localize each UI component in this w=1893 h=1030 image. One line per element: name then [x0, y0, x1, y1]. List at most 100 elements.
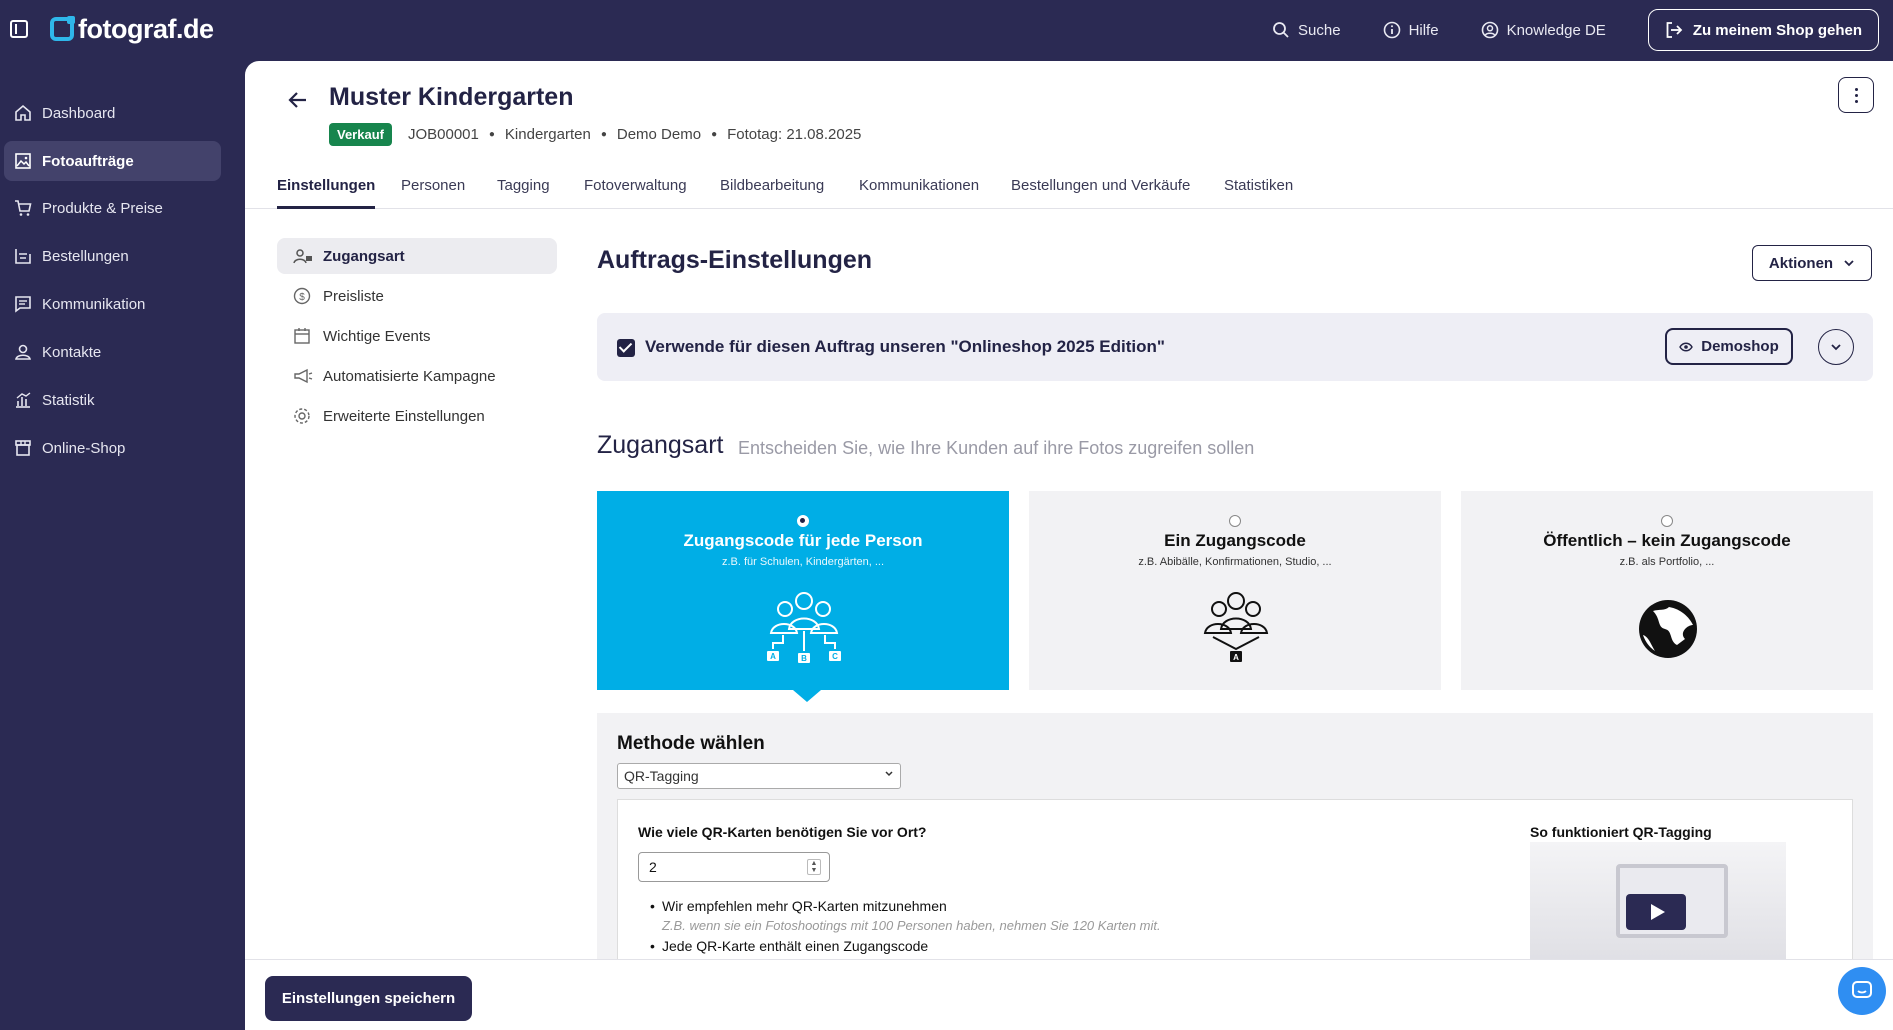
back-arrow-icon[interactable] [287, 89, 309, 111]
box-icon [15, 249, 31, 264]
tab-bestellungen-verkaeufe[interactable]: Bestellungen und Verkäufe [1011, 177, 1190, 206]
access-card-per-person[interactable]: Zugangscode für jede Person z.B. für Sch… [597, 491, 1009, 702]
qr-info-list: Wir empfehlen mehr QR-Karten mitzunehmen… [650, 896, 1161, 956]
gear-icon [294, 408, 310, 424]
sidebar-item-statistik[interactable]: Statistik [4, 380, 221, 420]
megaphone-icon [294, 368, 313, 384]
main-panel: Muster Kindergarten Verkauf JOB00001 ● K… [245, 61, 1893, 1030]
tab-personen[interactable]: Personen [401, 177, 465, 206]
method-select[interactable]: QR-Tagging [617, 763, 901, 789]
sidebar-item-bestellungen[interactable]: Bestellungen [4, 236, 221, 276]
subnav-erweiterte-einstellungen[interactable]: Erweiterte Einstellungen [277, 398, 557, 434]
access-card-public[interactable]: Öffentlich – kein Zugangscode z.B. als P… [1461, 491, 1873, 690]
sidebar-item-kontakte[interactable]: Kontakte [4, 332, 221, 372]
logo[interactable]: fotograf.de [50, 13, 214, 45]
subnav-zugangsart[interactable]: Zugangsart [277, 238, 557, 274]
tab-tagging[interactable]: Tagging [497, 177, 550, 206]
search-link[interactable]: Suche [1272, 21, 1341, 39]
sidebar-item-label: Bestellungen [42, 247, 129, 265]
group-single-lock-icon: A [1203, 592, 1269, 662]
group-locks-icon: A B C [767, 592, 841, 663]
card-subtitle: z.B. Abibälle, Konfirmationen, Studio, .… [1138, 556, 1332, 568]
account-label: Knowledge DE [1506, 21, 1606, 39]
user-lock-icon [293, 249, 312, 264]
eye-icon [1679, 342, 1694, 351]
card-title: Ein Zugangscode [1164, 531, 1306, 550]
tab-statistiken[interactable]: Statistiken [1224, 177, 1293, 206]
sidebar-item-fotoauftraege[interactable]: Fotoaufträge [4, 141, 221, 181]
svg-text:A: A [1233, 653, 1239, 662]
svg-text:C: C [832, 652, 838, 661]
top-bar: fotograf.de Suche Hilfe Knowledge DE Zu … [0, 0, 1893, 61]
subnav-label: Preisliste [323, 287, 384, 305]
dollar-circle-icon: $ [293, 287, 311, 305]
chat-icon [1852, 981, 1872, 998]
search-label: Suche [1298, 21, 1341, 39]
list-item: Jede QR-Karte enthält einen Zugangscode [650, 936, 1161, 956]
user-circle-icon [1481, 21, 1498, 39]
subnav-automatisierte-kampagne[interactable]: Automatisierte Kampagne [277, 358, 557, 394]
sidebar-toggle-icon[interactable] [10, 20, 28, 38]
status-badge: Verkauf [329, 123, 392, 146]
more-options-button[interactable] [1838, 77, 1874, 113]
sidebar-item-produkte[interactable]: Produkte & Preise [4, 188, 221, 228]
card-subtitle: z.B. für Schulen, Kindergärten, ... [721, 556, 885, 568]
calendar-icon [294, 328, 310, 344]
sidebar-item-label: Statistik [42, 391, 95, 409]
save-settings-button[interactable]: Einstellungen speichern [265, 976, 472, 1021]
subnav-label: Zugangsart [323, 247, 405, 265]
svg-text:A: A [770, 652, 776, 661]
help-link[interactable]: Hilfe [1383, 21, 1439, 39]
sidebar-item-label: Kontakte [42, 343, 102, 361]
qr-count-question: Wie viele QR-Karten benötigen Sie vor Or… [638, 824, 927, 840]
svg-text:B: B [801, 654, 807, 663]
go-to-shop-button[interactable]: Zu meinem Shop gehen [1647, 9, 1879, 51]
play-icon[interactable] [1626, 894, 1686, 930]
qr-count-input[interactable]: 2 ▲ ▼ [638, 852, 830, 882]
message-icon [15, 296, 31, 313]
onlineshop-checkbox[interactable] [617, 339, 635, 357]
card-title: Öffentlich – kein Zugangscode [1543, 531, 1791, 550]
sidebar-item-label: Fotoaufträge [42, 152, 134, 170]
demoshop-label: Demoshop [1701, 338, 1779, 355]
access-subtitle: Entscheiden Sie, wie Ihre Kunden auf ihr… [738, 438, 1255, 458]
sidebar: Dashboard Fotoaufträge Produkte & Preise… [0, 61, 245, 1030]
method-title: Methode wählen [617, 733, 765, 754]
demoshop-button[interactable]: Demoshop [1665, 328, 1793, 365]
subnav-wichtige-events[interactable]: Wichtige Events [277, 318, 557, 354]
meta-separator: ● [600, 129, 607, 140]
onlineshop-label: Verwende für diesen Auftrag unseren "Onl… [645, 337, 1165, 356]
expand-button[interactable] [1818, 329, 1854, 365]
tab-bar: Einstellungen Personen Tagging Fotoverwa… [245, 169, 1893, 209]
meta-separator: ● [711, 129, 718, 140]
access-card-single-code[interactable]: Ein Zugangscode z.B. Abibälle, Konfirmat… [1029, 491, 1441, 690]
tab-fotoverwaltung[interactable]: Fotoverwaltung [584, 177, 687, 206]
number-spinner[interactable]: ▲ ▼ [807, 859, 821, 875]
svg-text:$: $ [299, 292, 305, 303]
sidebar-item-label: Kommunikation [42, 295, 146, 313]
onlineshop-row: Verwende für diesen Auftrag unseren "Onl… [597, 313, 1873, 381]
tab-bildbearbeitung[interactable]: Bildbearbeitung [720, 177, 824, 206]
actions-dropdown[interactable]: Aktionen [1752, 245, 1872, 281]
sidebar-item-kommunikation[interactable]: Kommunikation [4, 284, 221, 324]
exit-arrow-icon [1666, 22, 1683, 38]
qr-count-value: 2 [649, 859, 657, 875]
sidebar-item-label: Dashboard [42, 104, 116, 122]
account-link[interactable]: Knowledge DE [1481, 21, 1606, 39]
radio-button[interactable] [1229, 515, 1241, 527]
sidebar-item-dashboard[interactable]: Dashboard [4, 93, 221, 133]
sidebar-item-online-shop[interactable]: Online-Shop [4, 428, 221, 468]
subnav-label: Wichtige Events [323, 327, 431, 345]
tab-kommunikationen[interactable]: Kommunikationen [859, 177, 979, 206]
job-customer: Demo Demo [616, 126, 702, 143]
info-icon [1383, 21, 1400, 39]
job-id: JOB00001 [407, 126, 479, 143]
radio-button[interactable] [797, 515, 809, 527]
radio-button[interactable] [1661, 515, 1673, 527]
selection-notch [793, 690, 821, 702]
chat-button[interactable] [1838, 967, 1886, 1015]
card-title: Zugangscode für jede Person [683, 531, 923, 550]
access-title: Zugangsart [597, 431, 724, 459]
subnav-preisliste[interactable]: $ Preisliste [277, 278, 557, 314]
tab-einstellungen[interactable]: Einstellungen [277, 177, 376, 209]
